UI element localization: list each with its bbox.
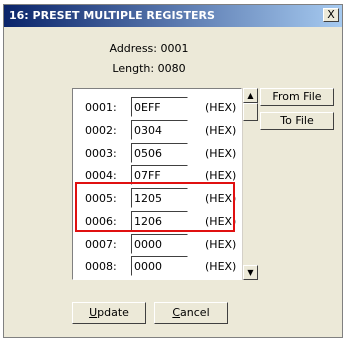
address-value: 0001 (160, 42, 189, 55)
register-format: (HEX) (205, 169, 237, 182)
cancel-accelerator: C (172, 306, 181, 319)
register-value-input[interactable] (131, 211, 188, 231)
scroll-down-icon[interactable]: ▼ (243, 265, 258, 280)
register-value-input[interactable] (131, 188, 188, 208)
register-value-input[interactable] (131, 120, 188, 140)
register-list: 0001: (HEX) 0002: (HEX) 0003: (HEX) 0004… (72, 88, 242, 280)
register-value-input[interactable] (131, 234, 188, 254)
register-address: 0007: (85, 238, 117, 251)
register-address: 0002: (85, 124, 117, 137)
dialog-title: 16: PRESET MULTIPLE REGISTERS (9, 9, 215, 22)
register-address: 0008: (85, 260, 117, 273)
address-info: Address: 0001 (4, 42, 294, 55)
from-file-button[interactable]: From File (260, 88, 334, 106)
vertical-scrollbar[interactable]: ▲ ▼ (242, 88, 258, 280)
register-format: (HEX) (205, 124, 237, 137)
cancel-button[interactable]: Cancel (154, 302, 228, 324)
register-value-input[interactable] (131, 165, 188, 185)
register-address: 0001: (85, 101, 117, 114)
register-address: 0006: (85, 215, 117, 228)
to-file-button[interactable]: To File (260, 112, 334, 130)
register-value-input[interactable] (131, 97, 188, 117)
dialog-window: 16: PRESET MULTIPLE REGISTERS X Address:… (3, 4, 343, 338)
update-accelerator: U (89, 306, 98, 319)
register-address: 0005: (85, 192, 117, 205)
update-label: pdate (97, 306, 129, 319)
length-label: Length: (112, 62, 155, 75)
register-format: (HEX) (205, 147, 237, 160)
register-address: 0003: (85, 147, 117, 160)
register-format: (HEX) (205, 101, 237, 114)
update-button[interactable]: Update (72, 302, 146, 324)
register-value-input[interactable] (131, 143, 188, 163)
address-label: Address: (109, 42, 157, 55)
scroll-thumb[interactable] (243, 103, 258, 121)
scroll-up-icon[interactable]: ▲ (243, 88, 258, 103)
cancel-label: ancel (180, 306, 210, 319)
register-format: (HEX) (205, 215, 237, 228)
register-value-input[interactable] (131, 256, 188, 276)
register-address: 0004: (85, 169, 117, 182)
close-icon[interactable]: X (323, 8, 339, 22)
title-bar[interactable]: 16: PRESET MULTIPLE REGISTERS X (4, 5, 342, 27)
register-format: (HEX) (205, 260, 237, 273)
length-value: 0080 (157, 62, 186, 75)
register-format: (HEX) (205, 238, 237, 251)
register-format: (HEX) (205, 192, 237, 205)
length-info: Length: 0080 (4, 62, 294, 75)
